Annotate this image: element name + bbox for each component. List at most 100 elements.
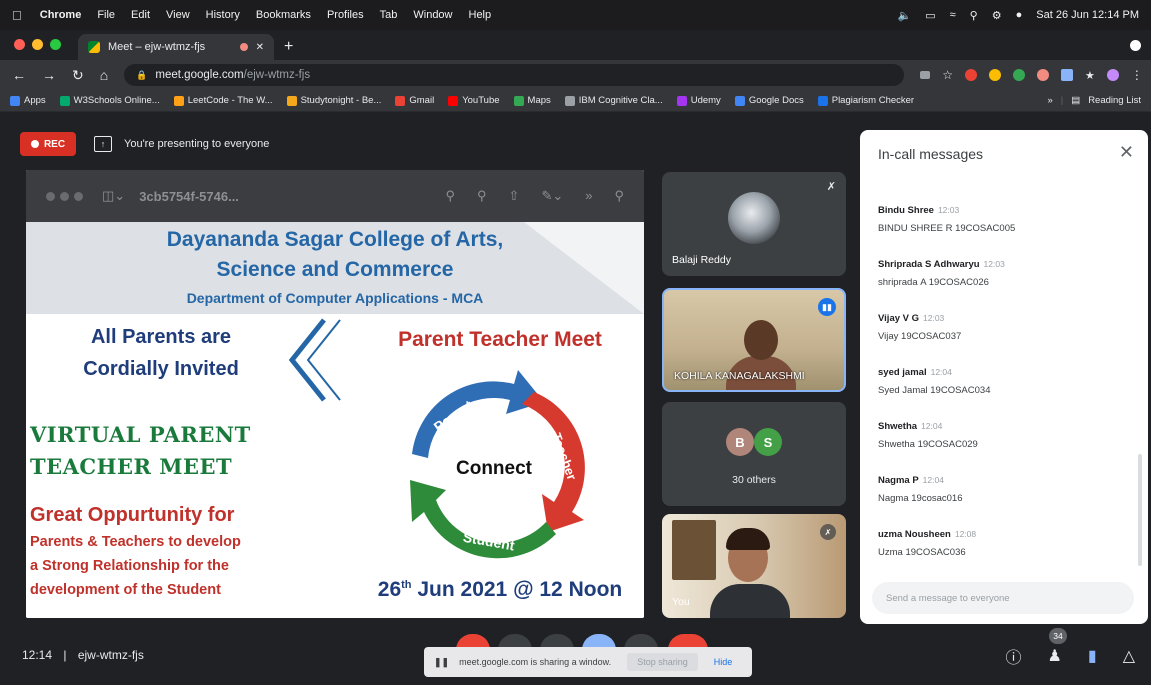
extensions: ☆ ★ ⋮: [920, 68, 1143, 82]
menu-bookmarks[interactable]: Bookmarks: [256, 9, 311, 21]
menubar-clock[interactable]: Sat 26 Jun 12:14 PM: [1036, 9, 1139, 21]
present-screen-icon: ↑: [94, 136, 112, 152]
back-icon[interactable]: ←: [12, 67, 26, 83]
invite-line1: All Parents are: [90, 326, 232, 348]
bookmark-item[interactable]: Gmail: [395, 95, 434, 106]
chat-panel: In-call messages ✕ Bindu Shree 12:03 BIND…: [860, 130, 1148, 624]
bookmark-star-icon[interactable]: ☆: [942, 68, 953, 82]
extension-green-icon[interactable]: [1012, 69, 1025, 81]
bookmark-item[interactable]: IBM Cognitive Cla...: [564, 95, 663, 106]
tab-meet[interactable]: Meet – ejw-wtmz-fjs ✕: [78, 34, 274, 60]
bookmark-item[interactable]: Google Docs: [734, 95, 804, 106]
bookmark-item[interactable]: YouTube: [448, 95, 500, 106]
recording-badge[interactable]: REC: [20, 132, 76, 156]
wifi-icon[interactable]: ≈: [950, 9, 956, 21]
home-icon[interactable]: ⌂: [100, 67, 108, 83]
minimize-window-button[interactable]: [32, 39, 43, 50]
activities-icon[interactable]: △: [1123, 646, 1135, 666]
reading-list-button[interactable]: Reading List: [1088, 95, 1141, 106]
menu-edit[interactable]: Edit: [131, 9, 150, 21]
participant-tile-kohila[interactable]: ▮▮ KOHILA KANAGALAKSHMI: [662, 288, 846, 392]
meeting-info-icon[interactable]: ⓘ: [1006, 644, 1022, 668]
extension-red-icon[interactable]: [964, 69, 977, 81]
chat-message-input[interactable]: [872, 582, 1134, 614]
control-center-icon[interactable]: ⚙: [992, 9, 1002, 22]
hide-notice-button[interactable]: Hide: [708, 653, 739, 671]
meet-title: Parent Teacher Meet: [398, 328, 602, 351]
participant-video-face: [744, 320, 778, 360]
college-name-line2: Science and Commerce: [216, 258, 454, 281]
bookmark-item[interactable]: Maps: [513, 95, 551, 106]
message-sender: uzma Nousheen: [878, 529, 951, 540]
viewer-filename: 3cb5754f-5746...: [139, 188, 239, 204]
avatar[interactable]: [1106, 69, 1119, 81]
share-icon: ⇧: [508, 188, 520, 203]
browser-toolbar: ← → ↻ ⌂ 🔒 meet.google.com/ejw-wtmz-fjs ☆…: [0, 60, 1151, 90]
siri-icon[interactable]: ●: [1016, 9, 1023, 21]
profile-icon[interactable]: [1130, 40, 1141, 51]
markup-icon: ✎⌄: [541, 188, 564, 203]
bookmark-item[interactable]: W3Schools Online...: [59, 95, 160, 106]
menu-view[interactable]: View: [166, 9, 190, 21]
participant-tile-others[interactable]: B S 30 others: [662, 402, 846, 506]
spotlight-search-icon[interactable]: ⚲: [970, 9, 978, 22]
bookmark-favicon-icon: [564, 95, 575, 106]
close-tab-icon[interactable]: ✕: [256, 42, 264, 53]
message-time: 12:03: [923, 313, 945, 323]
record-dot-icon: [30, 140, 39, 148]
menu-profiles[interactable]: Profiles: [327, 9, 364, 21]
menu-window[interactable]: Window: [413, 9, 452, 21]
close-window-button[interactable]: [14, 39, 25, 50]
chat-scrollbar[interactable]: [1138, 454, 1142, 566]
menu-help[interactable]: Help: [469, 9, 492, 21]
bookmarks-overflow-button[interactable]: »: [1047, 95, 1052, 106]
mic-off-icon: ✗: [820, 524, 836, 540]
bookmark-item[interactable]: Apps: [10, 95, 46, 106]
list-item: syed jamal 12:04 Syed Jamal 19COSAC034: [878, 362, 1128, 396]
menu-history[interactable]: History: [206, 9, 240, 21]
speaking-indicator-icon: ▮▮: [818, 298, 836, 316]
zoom-window-button[interactable]: [50, 39, 61, 50]
recording-indicator-icon: [239, 43, 248, 51]
participant-tile-balaji[interactable]: ✗ Balaji Reddy: [662, 172, 846, 276]
bookmark-item[interactable]: Udemy: [676, 95, 721, 106]
extension-pink-icon[interactable]: [1036, 69, 1049, 81]
extension-blue-icon[interactable]: [1060, 69, 1073, 81]
stop-sharing-button[interactable]: Stop sharing: [627, 653, 698, 671]
extensions-puzzle-icon[interactable]: ★: [1085, 69, 1095, 82]
address-bar[interactable]: 🔒 meet.google.com/ejw-wtmz-fjs: [124, 64, 905, 86]
list-item: Nagma P 12:04 Nagma 19cosac016: [878, 470, 1128, 504]
browser-menu-icon[interactable]: ⋮: [1131, 68, 1143, 82]
apple-icon[interactable]: : [12, 8, 22, 23]
college-name-line1: Dayananda Sagar College of Arts,: [166, 228, 504, 251]
reload-icon[interactable]: ↻: [72, 67, 84, 84]
viewer-toolbar: ◫⌄ 3cb5754f-5746... ⚲ ⚲ ⇧ ✎⌄ » ⚲: [26, 170, 644, 222]
list-item: Shwetha 12:04 Shwetha 19COSAC029: [878, 416, 1128, 450]
menu-app[interactable]: Chrome: [40, 9, 82, 21]
battery-icon[interactable]: ▭: [925, 9, 935, 22]
department-name: Department of Computer Applications - MC…: [186, 290, 484, 306]
participant-name: You: [672, 596, 690, 608]
sidebar-toggle-icon: ◫⌄: [102, 188, 126, 203]
macos-menubar:  Chrome File Edit View History Bookmark…: [0, 0, 1151, 30]
extension-yellow-icon[interactable]: [988, 69, 1001, 81]
bookmark-item[interactable]: Plagiarism Checker: [817, 95, 914, 106]
message-time: 12:04: [930, 367, 952, 377]
new-tab-button[interactable]: +: [284, 38, 293, 56]
meeting-details: 12:14 | ejw-wtmz-fjs: [22, 648, 144, 662]
bookmark-favicon-icon: [448, 95, 459, 106]
close-icon[interactable]: ✕: [1119, 142, 1134, 163]
message-sender: Bindu Shree: [878, 205, 934, 216]
people-icon[interactable]: ♟: [1048, 646, 1062, 666]
participant-tile-you[interactable]: ✗ You: [662, 514, 846, 618]
virtual-meet-line1: VIRTUAL PARENT: [30, 422, 251, 447]
chat-icon[interactable]: ▮: [1088, 646, 1097, 666]
forward-icon[interactable]: →: [42, 67, 56, 83]
bookmark-item[interactable]: LeetCode - The W...: [173, 95, 273, 106]
volume-icon[interactable]: 🔈: [898, 9, 912, 22]
bookmark-item[interactable]: Studytonight - Be...: [286, 95, 381, 106]
menu-file[interactable]: File: [97, 9, 115, 21]
menu-tab[interactable]: Tab: [380, 9, 398, 21]
message-text: shripradа A 19COSAC026: [878, 277, 989, 288]
camera-indicator-icon[interactable]: [920, 71, 931, 79]
